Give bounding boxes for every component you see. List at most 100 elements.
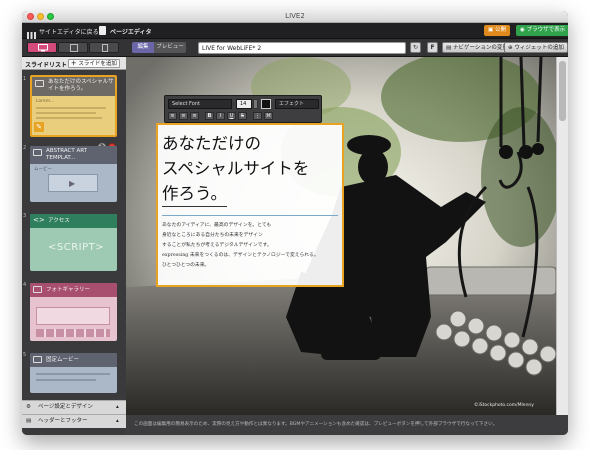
text-format-toolbar: Select Font 14 エフェクト ≡ ≡ ≡ B I U S ⋮ ⌘ — [164, 95, 322, 123]
slide-title: 固定ムービー — [46, 357, 80, 363]
page-title-field[interactable]: LIVE for WebLiFE* 2 — [198, 42, 406, 54]
preview-mode-tab[interactable]: プレビュー — [154, 42, 186, 53]
body-line-4: expressing 未来をつくるのは、デザインとテクノロジーで変えられる。 — [162, 253, 319, 258]
movie-slide-icon — [33, 356, 42, 363]
slide-number: 5 — [23, 352, 27, 358]
text-box-selected[interactable]: あなただけの スペシャルサイトを 作ろう。 あなたのアイディアに、最高のデザイン… — [156, 123, 344, 287]
reload-icon: ↻ — [412, 44, 419, 51]
footer-note: この画面は編集用の簡易表示のため、実際の見え方や動作とは異なります。BGMやアニ… — [126, 415, 568, 435]
phone-view-button[interactable] — [89, 42, 119, 53]
font-size-input[interactable]: 14 — [236, 99, 252, 109]
script-placeholder: <SCRIPT> — [48, 242, 105, 253]
placeholder-line — [36, 373, 110, 375]
slide-header: <> アクセス — [30, 214, 117, 228]
chevron-up-icon: ▴ — [116, 404, 119, 410]
canvas-scrollbar[interactable] — [556, 57, 568, 415]
header-footer-icon: ▤ — [26, 418, 32, 424]
gallery-placeholder — [36, 307, 110, 325]
slide-number: 4 — [23, 282, 27, 288]
underline-icon[interactable]: U — [227, 112, 236, 120]
publish-icon: ▣ — [488, 27, 495, 33]
slide-header: ABSTRACT ART TEMPLAT... — [30, 146, 117, 164]
movie-slide-icon — [33, 149, 42, 156]
code-icon: <> — [33, 216, 45, 224]
gallery-thumbs — [36, 329, 110, 337]
page-settings-panel[interactable]: ⚙ ページ設定とデザイン ▴ — [22, 400, 126, 414]
slide-list-tab[interactable]: スライドリスト — [25, 60, 67, 69]
placeholder-line — [36, 107, 106, 109]
slide-header: あなただけのスペシャルサイトを作ろう。 — [32, 77, 115, 96]
font-settings-button[interactable]: F — [427, 42, 438, 53]
publish-button[interactable]: ▣ 公開 — [484, 25, 510, 36]
reload-button[interactable]: ↻ — [410, 42, 421, 53]
tablet-icon — [70, 44, 78, 52]
header-footer-panel[interactable]: ▤ ヘッダーとフッター ▴ — [22, 414, 126, 428]
link-icon[interactable]: ⌘ — [264, 112, 273, 120]
edit-mode-tab[interactable]: 編集 — [132, 42, 154, 53]
desktop-view-button[interactable] — [27, 42, 57, 53]
placeholder-line — [36, 379, 96, 381]
slide-thumb-3[interactable]: <> アクセス <SCRIPT> — [30, 214, 117, 271]
align-left-icon[interactable]: ≡ — [168, 112, 177, 120]
bold-icon[interactable]: B — [205, 112, 214, 120]
window-titlebar: LIVE2 — [22, 11, 568, 23]
window-title: LIVE2 — [285, 12, 305, 20]
placeholder-line — [36, 117, 102, 119]
align-center-icon[interactable]: ≡ — [179, 112, 188, 120]
video-placeholder: ▶ — [48, 174, 98, 192]
photo-credit: ©iStockphoto.com/Mlenny — [474, 403, 534, 408]
effect-select[interactable]: エフェクト — [275, 99, 319, 109]
site-grid-icon — [27, 26, 36, 41]
slide-thumb-4[interactable]: フォトギャラリー — [30, 283, 117, 341]
font-select[interactable]: Select Font — [168, 99, 232, 109]
headline-line-2: スペシャルサイトを — [162, 159, 310, 178]
slide-number: 3 — [23, 213, 27, 219]
slide-caption: Lorem... — [36, 99, 55, 104]
list-icon[interactable]: ⋮ — [253, 112, 262, 120]
back-to-site-editor-link[interactable]: サイトエディタに戻る — [39, 27, 99, 36]
headline-line-3: 作ろう。 — [162, 181, 228, 207]
desktop-icon — [38, 44, 48, 52]
gear-icon: ⚙ — [26, 404, 31, 410]
slide-caption: ムービー — [34, 167, 52, 172]
tablet-view-button[interactable] — [58, 42, 88, 53]
chevron-up-icon: ▴ — [116, 418, 119, 424]
slide-thumb-1[interactable]: あなただけのスペシャルサイトを作ろう。 Lorem... ✎ — [30, 75, 117, 137]
play-icon: ▶ — [69, 179, 76, 188]
text-color-swatch[interactable] — [261, 99, 271, 109]
body-line-2: 身近なところにある自分たちの未来をデザイン — [162, 233, 263, 238]
headline-text[interactable]: あなただけの スペシャルサイトを 作ろう。 — [162, 131, 342, 207]
slide-title: ABSTRACT ART TEMPLAT... — [46, 148, 88, 161]
edit-pencil-icon[interactable]: ✎ — [34, 122, 44, 132]
slide-number: 1 — [23, 76, 27, 82]
slide-header: 固定ムービー — [30, 353, 117, 367]
font-size-stepper[interactable] — [253, 99, 258, 109]
editor-topbar: サイトエディタに戻る ページエディタ ▣ 公開 ◉ ブラウザで表示 — [22, 23, 568, 41]
slide-number: 2 — [23, 145, 27, 151]
view-in-browser-button[interactable]: ◉ ブラウザで表示 — [516, 25, 568, 36]
strikethrough-icon[interactable]: S — [238, 112, 247, 120]
body-line-5: ひとつひとつの未来。 — [162, 263, 210, 268]
slide-thumb-5[interactable]: 固定ムービー — [30, 353, 117, 393]
add-slide-button[interactable]: ＋ スライドを追加 — [68, 59, 120, 68]
slide-thumb-2[interactable]: ABSTRACT ART TEMPLAT... ムービー ▶ — [30, 146, 117, 202]
slide-title: フォトギャラリー — [46, 287, 91, 293]
slide-title: アクセス — [48, 218, 70, 224]
slide-title: あなただけのスペシャルサイトを作ろう。 — [48, 79, 114, 92]
text-slide-icon — [35, 80, 44, 87]
italic-icon[interactable]: I — [216, 112, 225, 120]
body-line-3: することが私たちが考えるデジタルデザインです。 — [162, 243, 272, 248]
gallery-slide-icon — [33, 286, 42, 293]
slide-header: フォトギャラリー — [30, 283, 117, 297]
slide-list-header: スライドリスト ＋ スライドを追加 — [22, 57, 126, 70]
add-widget-button[interactable]: ⊕ ウィジェットの追加 — [504, 42, 568, 53]
headline-line-1: あなただけの — [162, 134, 261, 153]
body-line-1: あなたのアイディアに、最高のデザインを。とても — [162, 223, 272, 228]
page-editor-label: ページエディタ — [110, 29, 152, 36]
align-right-icon[interactable]: ≡ — [190, 112, 199, 120]
phone-icon — [102, 44, 108, 52]
change-navigation-button[interactable]: ▤ ナビゲーションの変更 — [442, 42, 512, 53]
navigation-icon: ▤ — [446, 45, 453, 51]
slide-canvas[interactable]: Select Font 14 エフェクト ≡ ≡ ≡ B I U S ⋮ ⌘ あ… — [126, 57, 556, 415]
scroll-thumb[interactable] — [559, 61, 566, 121]
